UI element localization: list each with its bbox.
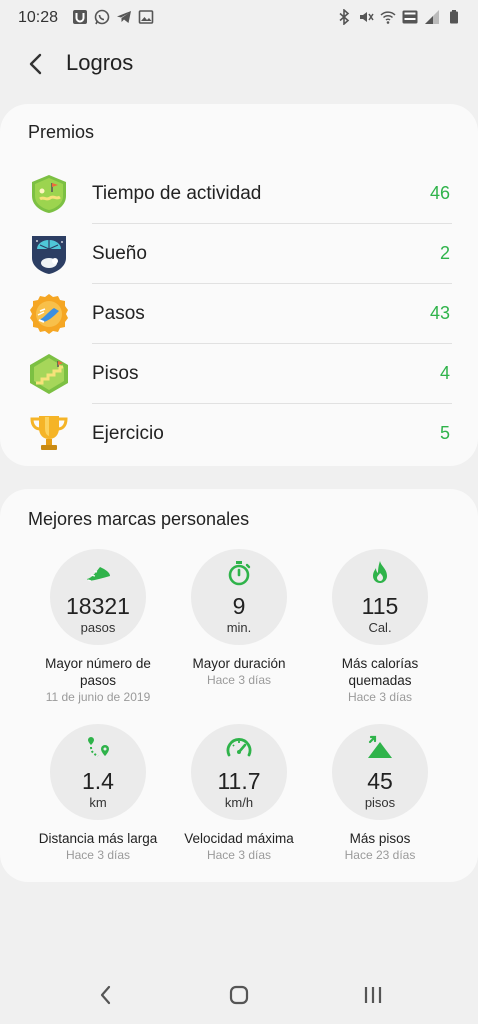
award-label: Tiempo de actividad: [92, 183, 262, 204]
awards-card: Premios Tiempo de actividad 46 Sueño 2 P…: [0, 104, 478, 466]
record-date: 11 de junio de 2019: [45, 690, 151, 704]
record-unit: min.: [226, 620, 252, 635]
record-circle: 9 min.: [191, 549, 287, 645]
speedometer-icon: [226, 738, 252, 757]
signal-icon: [425, 10, 439, 24]
nav-recents-button[interactable]: [353, 980, 393, 1010]
mute-icon: [360, 12, 374, 22]
record-value: 9: [232, 593, 246, 619]
whatsapp-icon: [94, 9, 110, 25]
award-row-sleep[interactable]: Sueño 2: [0, 224, 478, 284]
back-button[interactable]: [20, 48, 52, 80]
award-count: 46: [429, 183, 450, 203]
record-circle: 11.7 km/h: [191, 724, 287, 820]
records-title: Mejores marcas personales: [28, 509, 250, 529]
awards-title: Premios: [28, 122, 95, 142]
record-unit: pisos: [364, 795, 396, 810]
status-notification-icons: [72, 9, 154, 25]
page-title: Logros: [66, 50, 134, 75]
nav-home-button[interactable]: [219, 980, 259, 1010]
status-system-icons: [336, 9, 462, 25]
record-label: Mayor duración: [192, 656, 286, 671]
award-count: 5: [439, 423, 450, 443]
record-label: Velocidad máxima: [184, 831, 294, 846]
record-date: Hace 3 días: [347, 690, 413, 704]
award-label: Sueño: [92, 243, 147, 264]
record-unit: Cal.: [368, 620, 392, 635]
award-label: Pasos: [92, 303, 145, 324]
record-date: Hace 23 días: [344, 848, 416, 862]
steps-badge-icon: [30, 294, 68, 334]
record-value: 1.4: [82, 768, 114, 794]
back-nav-icon: [100, 985, 111, 1005]
status-time: 10:28: [18, 9, 59, 26]
gallery-icon: [138, 10, 154, 24]
record-circle: 1.4 km: [50, 724, 146, 820]
shoe-icon: [87, 567, 110, 582]
wifi-icon: [380, 11, 396, 24]
record-unit: km: [89, 795, 107, 810]
route-icon: [88, 737, 109, 757]
activity-badge-icon: [32, 175, 66, 213]
award-row-exercise[interactable]: Ejercicio 5: [0, 404, 478, 464]
award-label: Pisos: [92, 363, 139, 384]
record-label: Mayor número de pasos: [45, 656, 151, 688]
u-app-icon: [73, 10, 87, 24]
award-row-steps[interactable]: Pasos 43: [0, 284, 478, 344]
award-row-activity-time[interactable]: Tiempo de actividad 46: [0, 164, 478, 224]
record-label: Distancia más larga: [38, 831, 158, 846]
flame-icon: [373, 561, 387, 583]
record-label: Más calorías quemadas: [341, 656, 419, 688]
navigation-bar: [0, 966, 478, 1024]
bluetooth-icon: [339, 9, 350, 25]
record-value: 45: [367, 768, 393, 794]
nav-back-button[interactable]: [86, 980, 126, 1010]
status-bar: 10:28: [0, 0, 478, 36]
award-label: Ejercicio: [92, 423, 164, 444]
floors-badge-icon: [30, 354, 68, 394]
record-date: Hace 3 días: [65, 848, 131, 862]
battery-icon: [450, 10, 458, 24]
record-value: 18321: [66, 593, 130, 619]
record-circle: 45 pisos: [332, 724, 428, 820]
record-date: Hace 3 días: [206, 673, 272, 687]
record-unit: pasos: [80, 620, 116, 635]
award-count: 4: [439, 363, 450, 383]
record-value: 11.7: [217, 768, 261, 794]
personal-records-card: Mejores marcas personales 18321 pasos Ma…: [0, 489, 478, 882]
top-app-bar: Logros: [0, 36, 478, 92]
award-count: 43: [429, 303, 450, 323]
record-circle: 18321 pasos: [50, 549, 146, 645]
trophy-icon: [30, 416, 68, 450]
record-date: Hace 3 días: [206, 848, 272, 862]
home-nav-icon: [229, 985, 249, 1005]
record-circle: 115 Cal.: [332, 549, 428, 645]
recents-nav-icon: [364, 987, 382, 1003]
telegram-icon: [117, 11, 131, 23]
record-label: Más pisos: [349, 831, 411, 846]
mountain-icon: [368, 735, 392, 758]
record-unit: km/h: [224, 795, 254, 810]
award-row-floors[interactable]: Pisos 4: [0, 344, 478, 404]
sleep-badge-icon: [32, 236, 66, 274]
stopwatch-icon: [228, 561, 251, 586]
record-value: 115: [361, 593, 399, 619]
volte-icon: [402, 10, 418, 24]
award-count: 2: [439, 243, 450, 263]
back-arrow-icon: [29, 53, 42, 75]
